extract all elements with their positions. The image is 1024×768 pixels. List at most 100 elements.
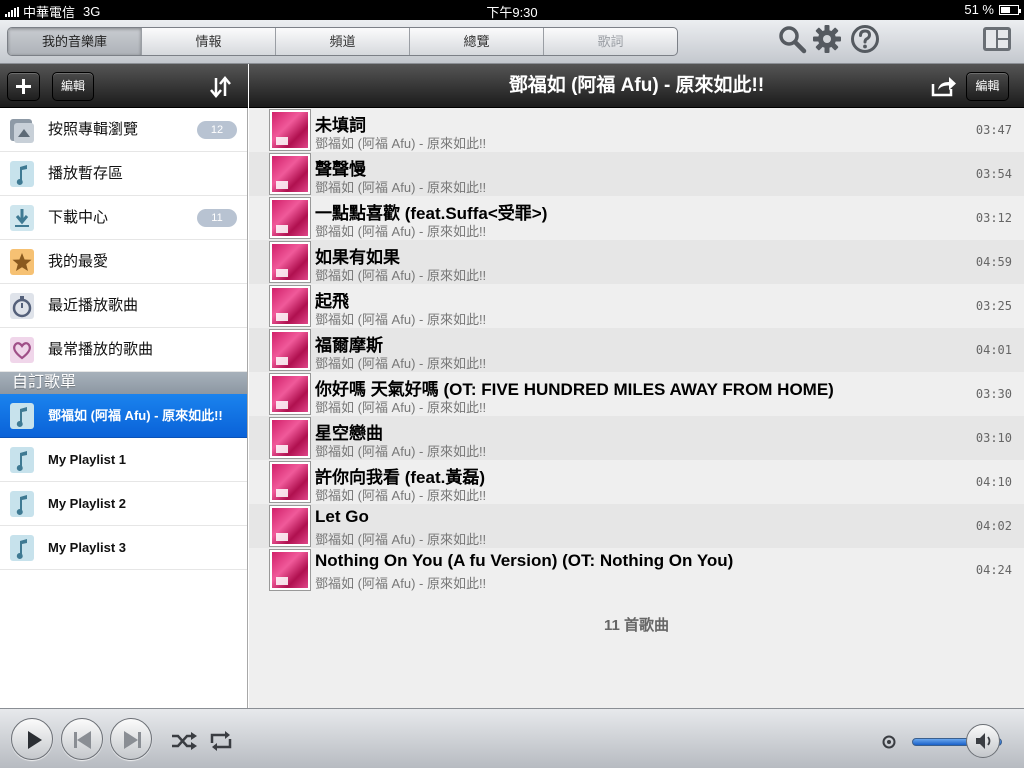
sidebar-item-label: 播放暫存區 [48, 165, 124, 182]
album-art-thumbnail [269, 373, 311, 415]
status-bar: 中華電信 3G 下午9:30 51 % [0, 0, 1024, 20]
layout-icon[interactable] [982, 24, 1012, 54]
song-artist: 鄧福如 (阿福 Afu) - 原來如此!! [315, 312, 487, 327]
help-icon[interactable] [850, 24, 880, 54]
song-row[interactable]: Let Go 鄧福如 (阿福 Afu) - 原來如此!! 04:02 [249, 504, 1024, 548]
song-row[interactable]: 未填詞 鄧福如 (阿福 Afu) - 原來如此!! 03:47 [249, 108, 1024, 152]
star-icon [10, 249, 34, 275]
status-time: 下午9:30 [486, 5, 538, 20]
song-row[interactable]: 如果有如果 鄧福如 (阿福 Afu) - 原來如此!! 04:59 [249, 240, 1024, 284]
song-duration: 04:24 [975, 563, 1012, 577]
song-duration: 03:25 [975, 299, 1012, 313]
song-duration: 03:12 [975, 211, 1012, 225]
song-duration: 04:10 [975, 475, 1012, 489]
song-duration: 04:02 [975, 519, 1012, 533]
album-art-thumbnail [269, 505, 311, 547]
album-art-thumbnail [269, 417, 311, 459]
download-icon [10, 205, 34, 231]
share-icon[interactable] [931, 75, 957, 97]
music-note-icon [10, 403, 34, 429]
sidebar-item-queue[interactable]: 播放暫存區 [0, 152, 247, 196]
playlist-edit-button[interactable]: 編輯 [966, 72, 1009, 101]
song-row[interactable]: 許你向我看 (feat.黃磊) 鄧福如 (阿福 Afu) - 原來如此!! 04:1… [249, 460, 1024, 504]
tab-channels[interactable]: 頻道 [275, 28, 409, 55]
album-icon [10, 119, 34, 143]
song-list: 未填詞 鄧福如 (阿福 Afu) - 原來如此!! 03:47 聲聲慢 鄧福如 (阿福 … [249, 108, 1024, 708]
search-icon[interactable] [777, 24, 807, 54]
play-icon [28, 731, 42, 749]
sidebar-item-albums[interactable]: 按照專輯瀏覽 12 [0, 108, 247, 152]
sidebar-item-recent[interactable]: 最近播放歌曲 [0, 284, 247, 328]
album-art-thumbnail [269, 549, 311, 591]
repeat-icon[interactable] [208, 730, 234, 752]
album-art-thumbnail [269, 109, 311, 151]
playlist-nav-bar: 鄧福如 (阿福 Afu) - 原來如此!! 編輯 [249, 64, 1024, 108]
album-art-thumbnail [269, 461, 311, 503]
album-art-thumbnail [269, 285, 311, 327]
stopwatch-icon [10, 293, 34, 319]
playlists-section-header: 自訂歌單 [0, 372, 247, 394]
playlist-item[interactable]: My Playlist 1 [0, 438, 247, 482]
next-button[interactable] [110, 718, 152, 760]
sidebar-item-label: 下載中心 [48, 209, 109, 226]
song-artist: 鄧福如 (阿福 Afu) - 原來如此!! [315, 400, 487, 415]
playlist-item[interactable]: My Playlist 3 [0, 526, 247, 570]
sidebar-item-label: 最近播放歌曲 [48, 297, 139, 314]
album-art-thumbnail [269, 153, 311, 195]
playlist-label: My Playlist 3 [48, 540, 127, 555]
main-tab-bar: 我的音樂庫 情報 頻道 總覽 歌詞 [7, 27, 678, 56]
previous-button[interactable] [61, 718, 103, 760]
song-count: 11 首歌曲 [603, 617, 670, 634]
song-row[interactable]: 聲聲慢 鄧福如 (阿福 Afu) - 原來如此!! 03:54 [249, 152, 1024, 196]
song-row[interactable]: 星空戀曲 鄧福如 (阿福 Afu) - 原來如此!! 03:10 [249, 416, 1024, 460]
music-note-icon [10, 535, 34, 561]
song-duration: 03:10 [975, 431, 1012, 445]
tab-lyrics[interactable]: 歌詞 [543, 28, 677, 55]
add-button[interactable] [7, 72, 40, 101]
song-duration: 03:54 [975, 167, 1012, 181]
sidebar-item-label: 我的最愛 [48, 253, 109, 270]
airplay-icon[interactable] [882, 735, 896, 749]
heart-icon [10, 337, 34, 363]
song-row[interactable]: 福爾摩斯 鄧福如 (阿福 Afu) - 原來如此!! 04:01 [249, 328, 1024, 372]
song-duration: 03:47 [975, 123, 1012, 137]
sidebar-item-most-played[interactable]: 最常播放的歌曲 [0, 328, 247, 372]
album-art-thumbnail [269, 197, 311, 239]
song-row[interactable]: 一點點喜歡 (feat.Suffa<受罪>) 鄧福如 (阿福 Afu) - 原來如… [249, 196, 1024, 240]
volume-icon [976, 733, 991, 749]
plus-icon [16, 79, 31, 94]
song-row[interactable]: Nothing On You (A fu Version) (OT: Nothi… [249, 548, 1024, 592]
song-duration: 03:30 [975, 387, 1012, 401]
battery-percent: 51 % [964, 2, 994, 17]
gear-icon[interactable] [812, 24, 842, 54]
music-note-icon [10, 161, 34, 187]
count-badge: 11 [197, 209, 237, 227]
playlist-item[interactable]: My Playlist 2 [0, 482, 247, 526]
album-art-thumbnail [269, 329, 311, 371]
count-badge: 12 [197, 121, 237, 139]
sidebar-item-favorites[interactable]: 我的最愛 [0, 240, 247, 284]
tab-info[interactable]: 情報 [141, 28, 275, 55]
playlist-label: My Playlist 1 [48, 452, 127, 467]
song-artist: 鄧福如 (阿福 Afu) - 原來如此!! [315, 136, 487, 151]
volume-slider-knob[interactable] [966, 724, 1000, 758]
song-row[interactable]: 你好嗎 天氣好嗎 (OT: FIVE HUNDRED MILES AWAY FR… [249, 372, 1024, 416]
sidebar-item-label: 按照專輯瀏覽 [48, 121, 139, 138]
sidebar-item-downloads[interactable]: 下載中心 11 [0, 196, 247, 240]
music-note-icon [10, 447, 34, 473]
album-art-thumbnail [269, 241, 311, 283]
sort-icon[interactable] [210, 76, 232, 98]
library-sidebar: 按照專輯瀏覽 12 播放暫存區 下載中心 11 我的最愛 最近播放歌曲 最常播放… [0, 108, 248, 708]
song-row[interactable]: 起飛 鄧福如 (阿福 Afu) - 原來如此!! 03:25 [249, 284, 1024, 328]
tab-overview[interactable]: 總覽 [409, 28, 543, 55]
song-title: Let Go [315, 507, 369, 526]
playlist-item-selected[interactable]: 鄧福如 (阿福 Afu) - 原來如此!! [0, 394, 247, 438]
left-edit-button[interactable]: 編輯 [52, 72, 94, 101]
shuffle-icon[interactable] [170, 730, 198, 752]
next-icon [124, 731, 141, 749]
player-bar [0, 708, 1024, 768]
play-button[interactable] [11, 718, 53, 760]
page-title: 鄧福如 (阿福 Afu) - 原來如此!! [508, 75, 765, 96]
song-duration: 04:01 [975, 343, 1012, 357]
tab-my-library[interactable]: 我的音樂庫 [8, 28, 141, 55]
